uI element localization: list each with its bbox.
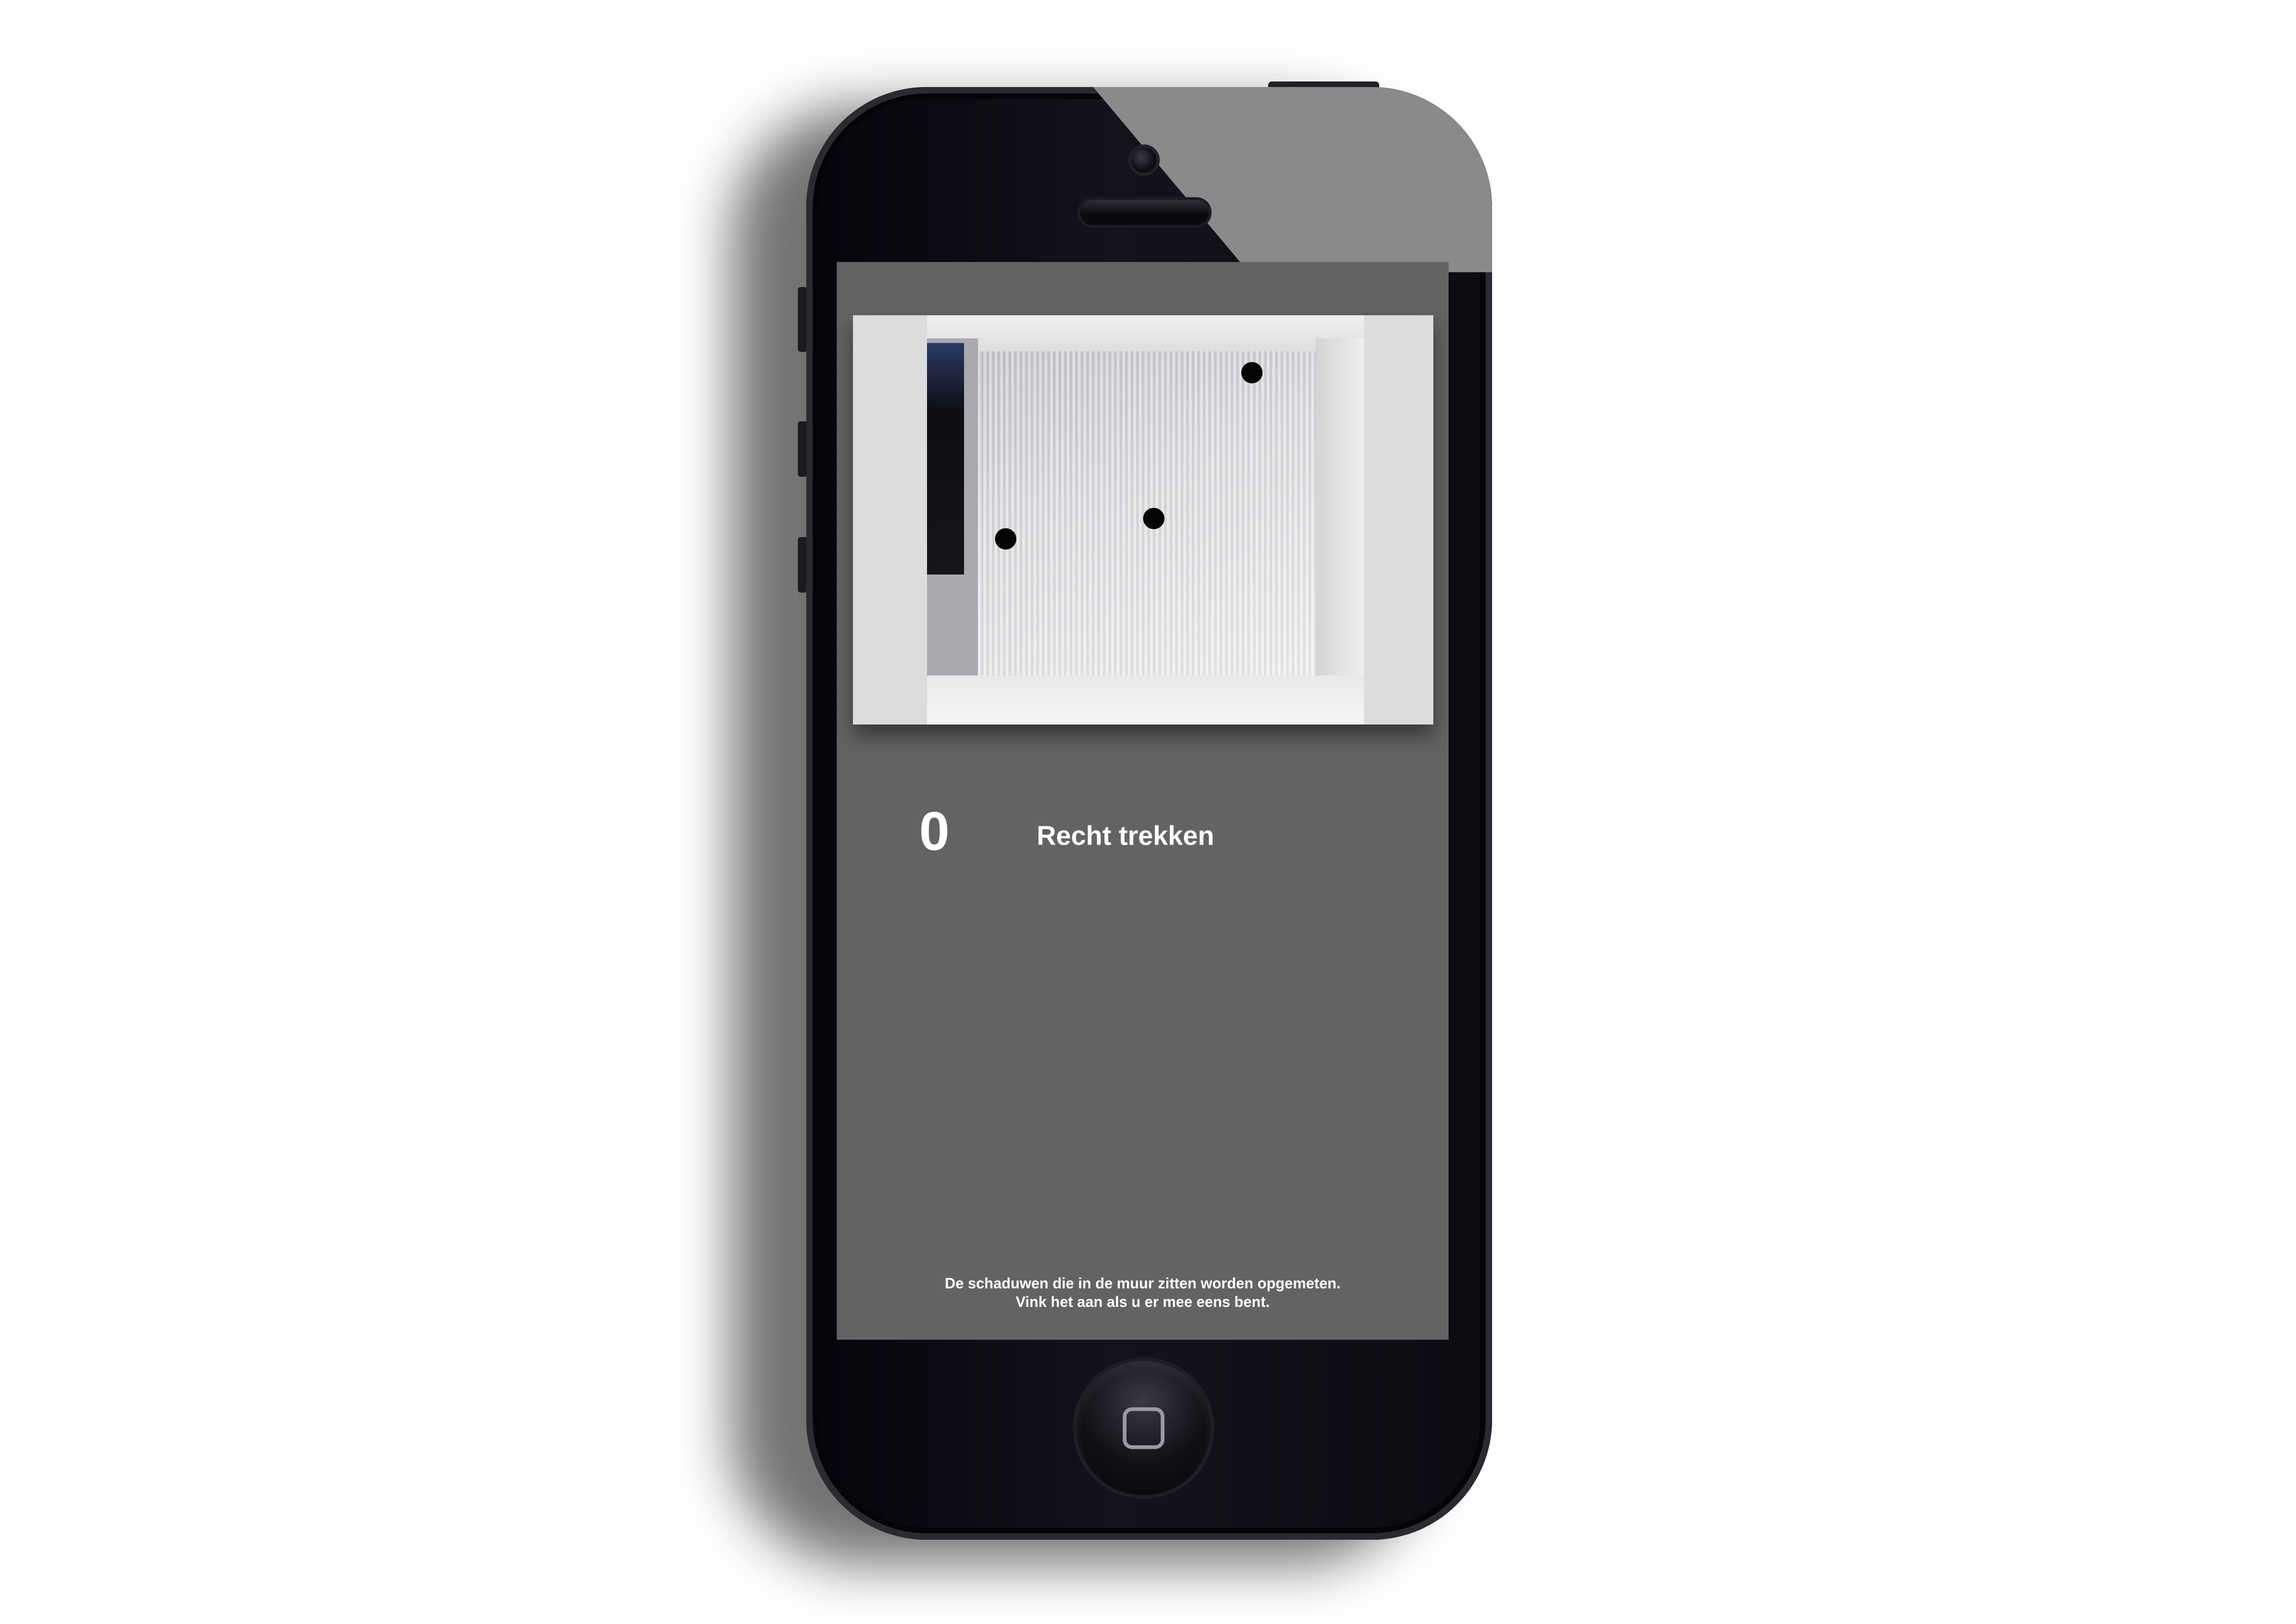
volume-up-button bbox=[798, 421, 807, 477]
shadow-marker-top-right[interactable] bbox=[1241, 362, 1263, 383]
home-square-icon bbox=[1123, 1407, 1164, 1449]
room-right-wall bbox=[1316, 338, 1364, 725]
earpiece-speaker-icon bbox=[1080, 200, 1209, 225]
room-floor bbox=[927, 675, 1364, 725]
room-ceiling bbox=[927, 315, 1364, 351]
front-camera-icon bbox=[1131, 147, 1157, 173]
shadow-marker-left[interactable] bbox=[995, 528, 1016, 550]
phone-gloss bbox=[1093, 87, 1492, 272]
instruction-line-1: De schaduwen die in de muur zitten worde… bbox=[945, 1275, 1341, 1292]
step-number: 0 bbox=[919, 801, 950, 862]
instruction-text: De schaduwen die in de muur zitten worde… bbox=[837, 1274, 1449, 1311]
volume-down-button bbox=[798, 537, 807, 593]
instruction-line-2: Vink het aan als u er mee eens bent. bbox=[1015, 1293, 1270, 1310]
mute-switch bbox=[798, 287, 807, 352]
mockup-stage: 0 Recht trekken De schaduwen die in de m… bbox=[0, 0, 2296, 1624]
shadow-marker-center[interactable] bbox=[1143, 508, 1164, 529]
app-screen: 0 Recht trekken De schaduwen die in de m… bbox=[837, 262, 1449, 1340]
wall-photo[interactable] bbox=[853, 315, 1433, 725]
room-window bbox=[927, 343, 964, 575]
home-button-icon[interactable] bbox=[1076, 1361, 1211, 1495]
step-title: Recht trekken bbox=[1037, 821, 1214, 851]
step-row[interactable]: 0 Recht trekken bbox=[837, 799, 1449, 864]
